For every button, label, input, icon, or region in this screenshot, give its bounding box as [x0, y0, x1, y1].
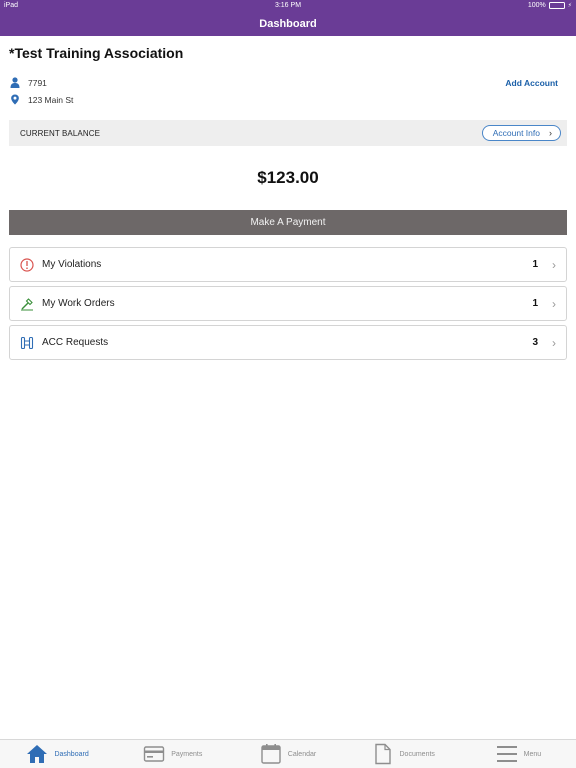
location-pin-icon — [11, 94, 19, 105]
add-account-link[interactable]: Add Account — [505, 78, 558, 88]
tab-bar: Dashboard Payments Calendar Documents Me… — [0, 739, 576, 768]
document-icon — [374, 743, 391, 765]
list-item-label: ACC Requests — [42, 337, 109, 348]
tab-label: Dashboard — [54, 750, 89, 758]
chevron-right-icon: › — [552, 296, 556, 311]
list-item-acc-requests[interactable]: ACC Requests 3 › — [9, 325, 567, 360]
list-item-count: 1 — [532, 259, 538, 270]
architecture-icon — [20, 336, 34, 350]
hamburger-menu-icon — [496, 746, 517, 762]
battery-percent: 100% — [527, 2, 546, 9]
tab-label: Menu — [523, 750, 542, 758]
make-payment-button[interactable]: Make A Payment — [9, 210, 567, 235]
account-number-row: 7791 — [10, 77, 47, 88]
battery-icon — [548, 2, 565, 9]
wrench-icon — [20, 297, 34, 311]
tab-dashboard[interactable]: Dashboard — [0, 740, 115, 768]
charging-icon: ⚡ — [567, 3, 572, 9]
calendar-icon — [261, 744, 281, 764]
tab-payments[interactable]: Payments — [115, 740, 230, 768]
list-item-violations[interactable]: My Violations 1 › — [9, 247, 567, 282]
list-item-label: My Violations — [42, 259, 102, 270]
association-name: *Test Training Association — [9, 45, 184, 61]
status-time: 3:16 PM — [274, 2, 302, 9]
account-number: 7791 — [28, 77, 47, 88]
nav-bar: Dashboard — [0, 12, 576, 36]
tab-documents[interactable]: Documents — [346, 740, 461, 768]
tab-calendar[interactable]: Calendar — [230, 740, 345, 768]
balance-amount: $123.00 — [257, 168, 319, 187]
alert-circle-icon — [20, 257, 34, 272]
tab-label: Payments — [171, 750, 203, 758]
list-item-label: My Work Orders — [42, 298, 115, 309]
status-bar: iPad 3:16 PM 100% ⚡ — [0, 0, 576, 12]
chevron-right-icon: › — [549, 128, 552, 138]
current-balance-bar: CURRENT BALANCE Account Info › — [9, 120, 567, 146]
account-info-button[interactable]: Account Info › — [481, 125, 561, 141]
tab-menu[interactable]: Menu — [461, 740, 576, 768]
address: 123 Main St — [28, 94, 74, 105]
home-icon — [27, 745, 48, 763]
chevron-right-icon: › — [552, 257, 556, 272]
address-row: 123 Main St — [10, 94, 73, 105]
battery-status: 100% ⚡ — [528, 2, 572, 9]
tab-label: Documents — [399, 750, 435, 758]
current-balance-label: CURRENT BALANCE — [20, 128, 101, 138]
account-info-label: Account Info — [492, 128, 540, 138]
tab-label: Calendar — [287, 750, 317, 758]
list-item-count: 3 — [532, 337, 538, 348]
list-item-work-orders[interactable]: My Work Orders 1 › — [9, 286, 567, 321]
chevron-right-icon: › — [552, 335, 556, 350]
page-title: Dashboard — [259, 18, 317, 30]
user-icon — [10, 77, 20, 88]
credit-card-icon — [144, 746, 165, 762]
list-item-count: 1 — [532, 298, 538, 309]
